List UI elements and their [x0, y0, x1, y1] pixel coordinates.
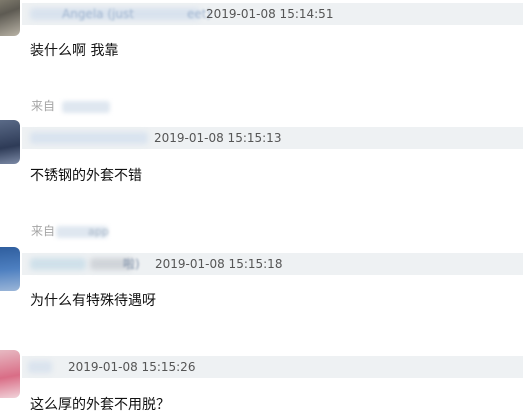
source-name[interactable]: app — [88, 225, 109, 239]
comment-text: 这么厚的外套不用脱？ — [30, 397, 170, 413]
avatar[interactable] — [0, 350, 20, 398]
comment-timestamp: 2019-01-08 15:15:13 — [154, 131, 282, 145]
avatar[interactable] — [0, 0, 20, 36]
username-blurred[interactable] — [30, 258, 86, 270]
comment-header: 啦) 2019-01-08 15:15:18 — [22, 253, 523, 275]
username-blurred[interactable] — [28, 361, 52, 373]
username-link[interactable]: Angela (just — [62, 6, 134, 22]
comment-timestamp: 2019-01-08 15:15:26 — [68, 360, 196, 374]
source-label: 来自 — [31, 224, 56, 238]
comment-text: 装什么啊 我靠 — [30, 43, 119, 59]
source-label: 来自 — [31, 99, 56, 113]
comment-text: 为什么有特殊待遇呀 — [30, 293, 156, 309]
comment-text: 不锈钢的外套不错 — [30, 168, 142, 184]
comment-header: 2019-01-08 15:15:26 — [22, 356, 523, 378]
comment-header: 2019-01-08 15:15:13 — [22, 127, 523, 149]
comment-timestamp: 2019-01-08 15:14:51 — [206, 7, 334, 21]
source-name-blurred[interactable] — [62, 101, 110, 113]
comment-timestamp: 2019-01-08 15:15:18 — [155, 257, 283, 271]
avatar[interactable] — [0, 120, 20, 164]
comment-header: Angela (just eet) 2019-01-08 15:14:51 — [22, 3, 523, 25]
avatar[interactable] — [0, 247, 20, 291]
username-blurred[interactable] — [30, 132, 148, 144]
username-suffix[interactable]: 啦) — [123, 256, 140, 272]
